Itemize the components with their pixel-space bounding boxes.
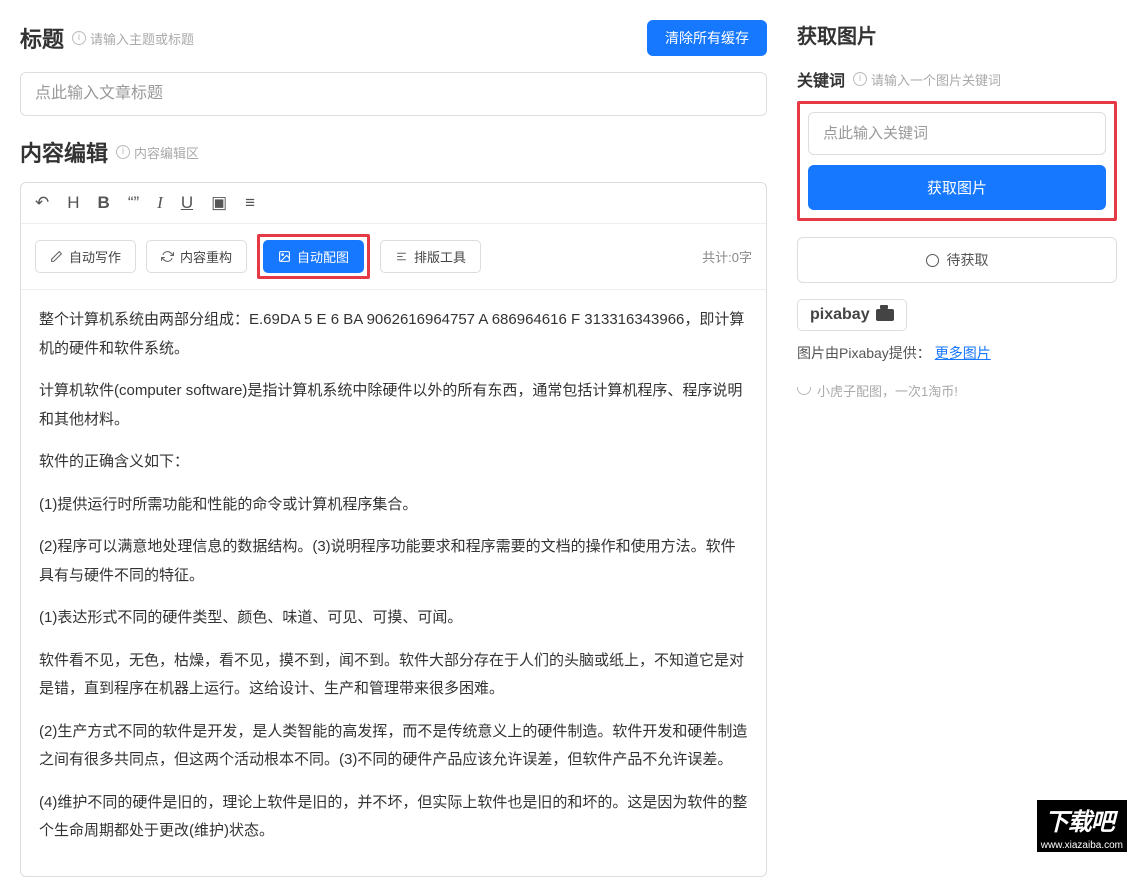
quote-icon[interactable]: “” xyxy=(128,193,139,213)
keyword-header: 关键词 i 请输入一个图片关键词 xyxy=(797,67,1117,91)
highlight-keyword-panel: 获取图片 xyxy=(797,101,1117,221)
pencil-icon xyxy=(50,250,63,263)
camera-icon xyxy=(876,309,894,321)
info-icon: i xyxy=(72,31,86,45)
paragraph: 软件看不见，无色，枯燥，看不见，摸不到，闻不到。软件大部分存在于人们的头脑或纸上… xyxy=(39,647,748,704)
status-button[interactable]: 待获取 xyxy=(797,237,1117,283)
paragraph: (1)表达形式不同的硬件类型、颜色、味道、可见、可摸、可闻。 xyxy=(39,604,748,633)
fetch-image-button[interactable]: 获取图片 xyxy=(808,165,1106,210)
title-label: 标题 xyxy=(20,22,64,54)
pixabay-badge: pixabay xyxy=(797,299,907,331)
main-editor-panel: 标题 i 请输入主题或标题 清除所有缓存 内容编辑 i 内容编辑区 ↶ H B … xyxy=(0,0,787,860)
count-value: 0字 xyxy=(732,250,752,265)
image-fetch-panel: 获取图片 关键词 i 请输入一个图片关键词 获取图片 待获取 pixabay 图… xyxy=(787,0,1137,860)
info-icon: i xyxy=(116,145,130,159)
refresh-icon xyxy=(161,250,174,263)
paragraph: (1)提供运行时所需功能和性能的命令或计算机程序集合。 xyxy=(39,491,748,520)
status-label: 待获取 xyxy=(947,250,989,270)
underline-icon[interactable]: U xyxy=(181,193,193,213)
count-prefix: 共计: xyxy=(702,250,732,265)
word-count: 共计:0字 xyxy=(702,247,752,266)
paragraph: 整个计算机系统由两部分组成：E.69DA 5 E 6 BA 9062616964… xyxy=(39,306,748,363)
circle-icon xyxy=(926,254,939,267)
paragraph: (2)生产方式不同的软件是开发，是人类智能的高发挥，而不是传统意义上的硬件制造。… xyxy=(39,718,748,775)
content-hint-text: 内容编辑区 xyxy=(134,143,199,162)
paragraph: 计算机软件(computer software)是指计算机系统中除硬件以外的所有… xyxy=(39,377,748,434)
keyword-label: 关键词 xyxy=(797,67,845,91)
more-images-link[interactable]: 更多图片 xyxy=(935,345,991,361)
auto-write-label: 自动写作 xyxy=(69,247,121,266)
picture-icon xyxy=(278,250,291,263)
action-toolbar: 自动写作 内容重构 自动配图 排版工具 xyxy=(21,224,766,290)
paragraph: (2)程序可以满意地处理信息的数据结构。(3)说明程序功能要求和程序需要的文档的… xyxy=(39,533,748,590)
layout-icon xyxy=(395,250,408,263)
layout-tool-label: 排版工具 xyxy=(414,247,466,266)
content-header-row: 内容编辑 i 内容编辑区 xyxy=(20,136,767,168)
image-icon[interactable]: ▣ xyxy=(211,193,227,213)
title-header-row: 标题 i 请输入主题或标题 清除所有缓存 xyxy=(20,20,767,56)
auto-image-button[interactable]: 自动配图 xyxy=(263,240,364,273)
format-toolbar: ↶ H B “” I U ▣ ≡ xyxy=(21,183,766,224)
auto-image-label: 自动配图 xyxy=(297,247,349,266)
bold-icon[interactable]: B xyxy=(98,193,110,213)
watermark-logo: 下载吧 xyxy=(1037,800,1127,839)
footer-text: 小虎子配图，一次1淘币! xyxy=(817,381,958,400)
provider-prefix: 图片由Pixabay提供： xyxy=(797,345,931,361)
undo-icon[interactable]: ↶ xyxy=(35,193,49,213)
paragraph: 软件的正确含义如下： xyxy=(39,448,748,477)
auto-write-button[interactable]: 自动写作 xyxy=(35,240,136,273)
keyword-input[interactable] xyxy=(808,112,1106,155)
watermark-url: www.xiazaiba.com xyxy=(1037,839,1127,852)
provider-name: pixabay xyxy=(810,306,870,324)
fetch-title: 获取图片 xyxy=(797,20,1117,49)
footer-note: 小虎子配图，一次1淘币! xyxy=(797,381,1117,400)
keyword-hint-text: 请输入一个图片关键词 xyxy=(871,70,1001,89)
bowl-icon xyxy=(797,387,811,395)
editor-box: ↶ H B “” I U ▣ ≡ 自动写作 内容重构 xyxy=(20,182,767,877)
watermark: 下载吧 www.xiazaiba.com xyxy=(1037,800,1127,852)
heading-icon[interactable]: H xyxy=(67,193,79,213)
italic-icon[interactable]: I xyxy=(157,193,163,213)
title-hint-text: 请输入主题或标题 xyxy=(90,29,194,48)
highlight-auto-image: 自动配图 xyxy=(257,234,370,279)
provider-line: 图片由Pixabay提供： 更多图片 xyxy=(797,343,1117,363)
keyword-hint: i 请输入一个图片关键词 xyxy=(853,70,1001,89)
rebuild-button[interactable]: 内容重构 xyxy=(146,240,247,273)
article-title-input[interactable] xyxy=(20,72,767,116)
align-icon[interactable]: ≡ xyxy=(245,193,255,213)
title-hint: i 请输入主题或标题 xyxy=(72,29,194,48)
info-icon: i xyxy=(853,72,867,86)
layout-tool-button[interactable]: 排版工具 xyxy=(380,240,481,273)
content-area[interactable]: 整个计算机系统由两部分组成：E.69DA 5 E 6 BA 9062616964… xyxy=(21,290,766,876)
rebuild-label: 内容重构 xyxy=(180,247,232,266)
clear-cache-button[interactable]: 清除所有缓存 xyxy=(647,20,767,56)
content-label: 内容编辑 xyxy=(20,136,108,168)
content-hint: i 内容编辑区 xyxy=(116,143,199,162)
paragraph: (4)维护不同的硬件是旧的，理论上软件是旧的，并不坏，但实际上软件也是旧的和坏的… xyxy=(39,789,748,846)
